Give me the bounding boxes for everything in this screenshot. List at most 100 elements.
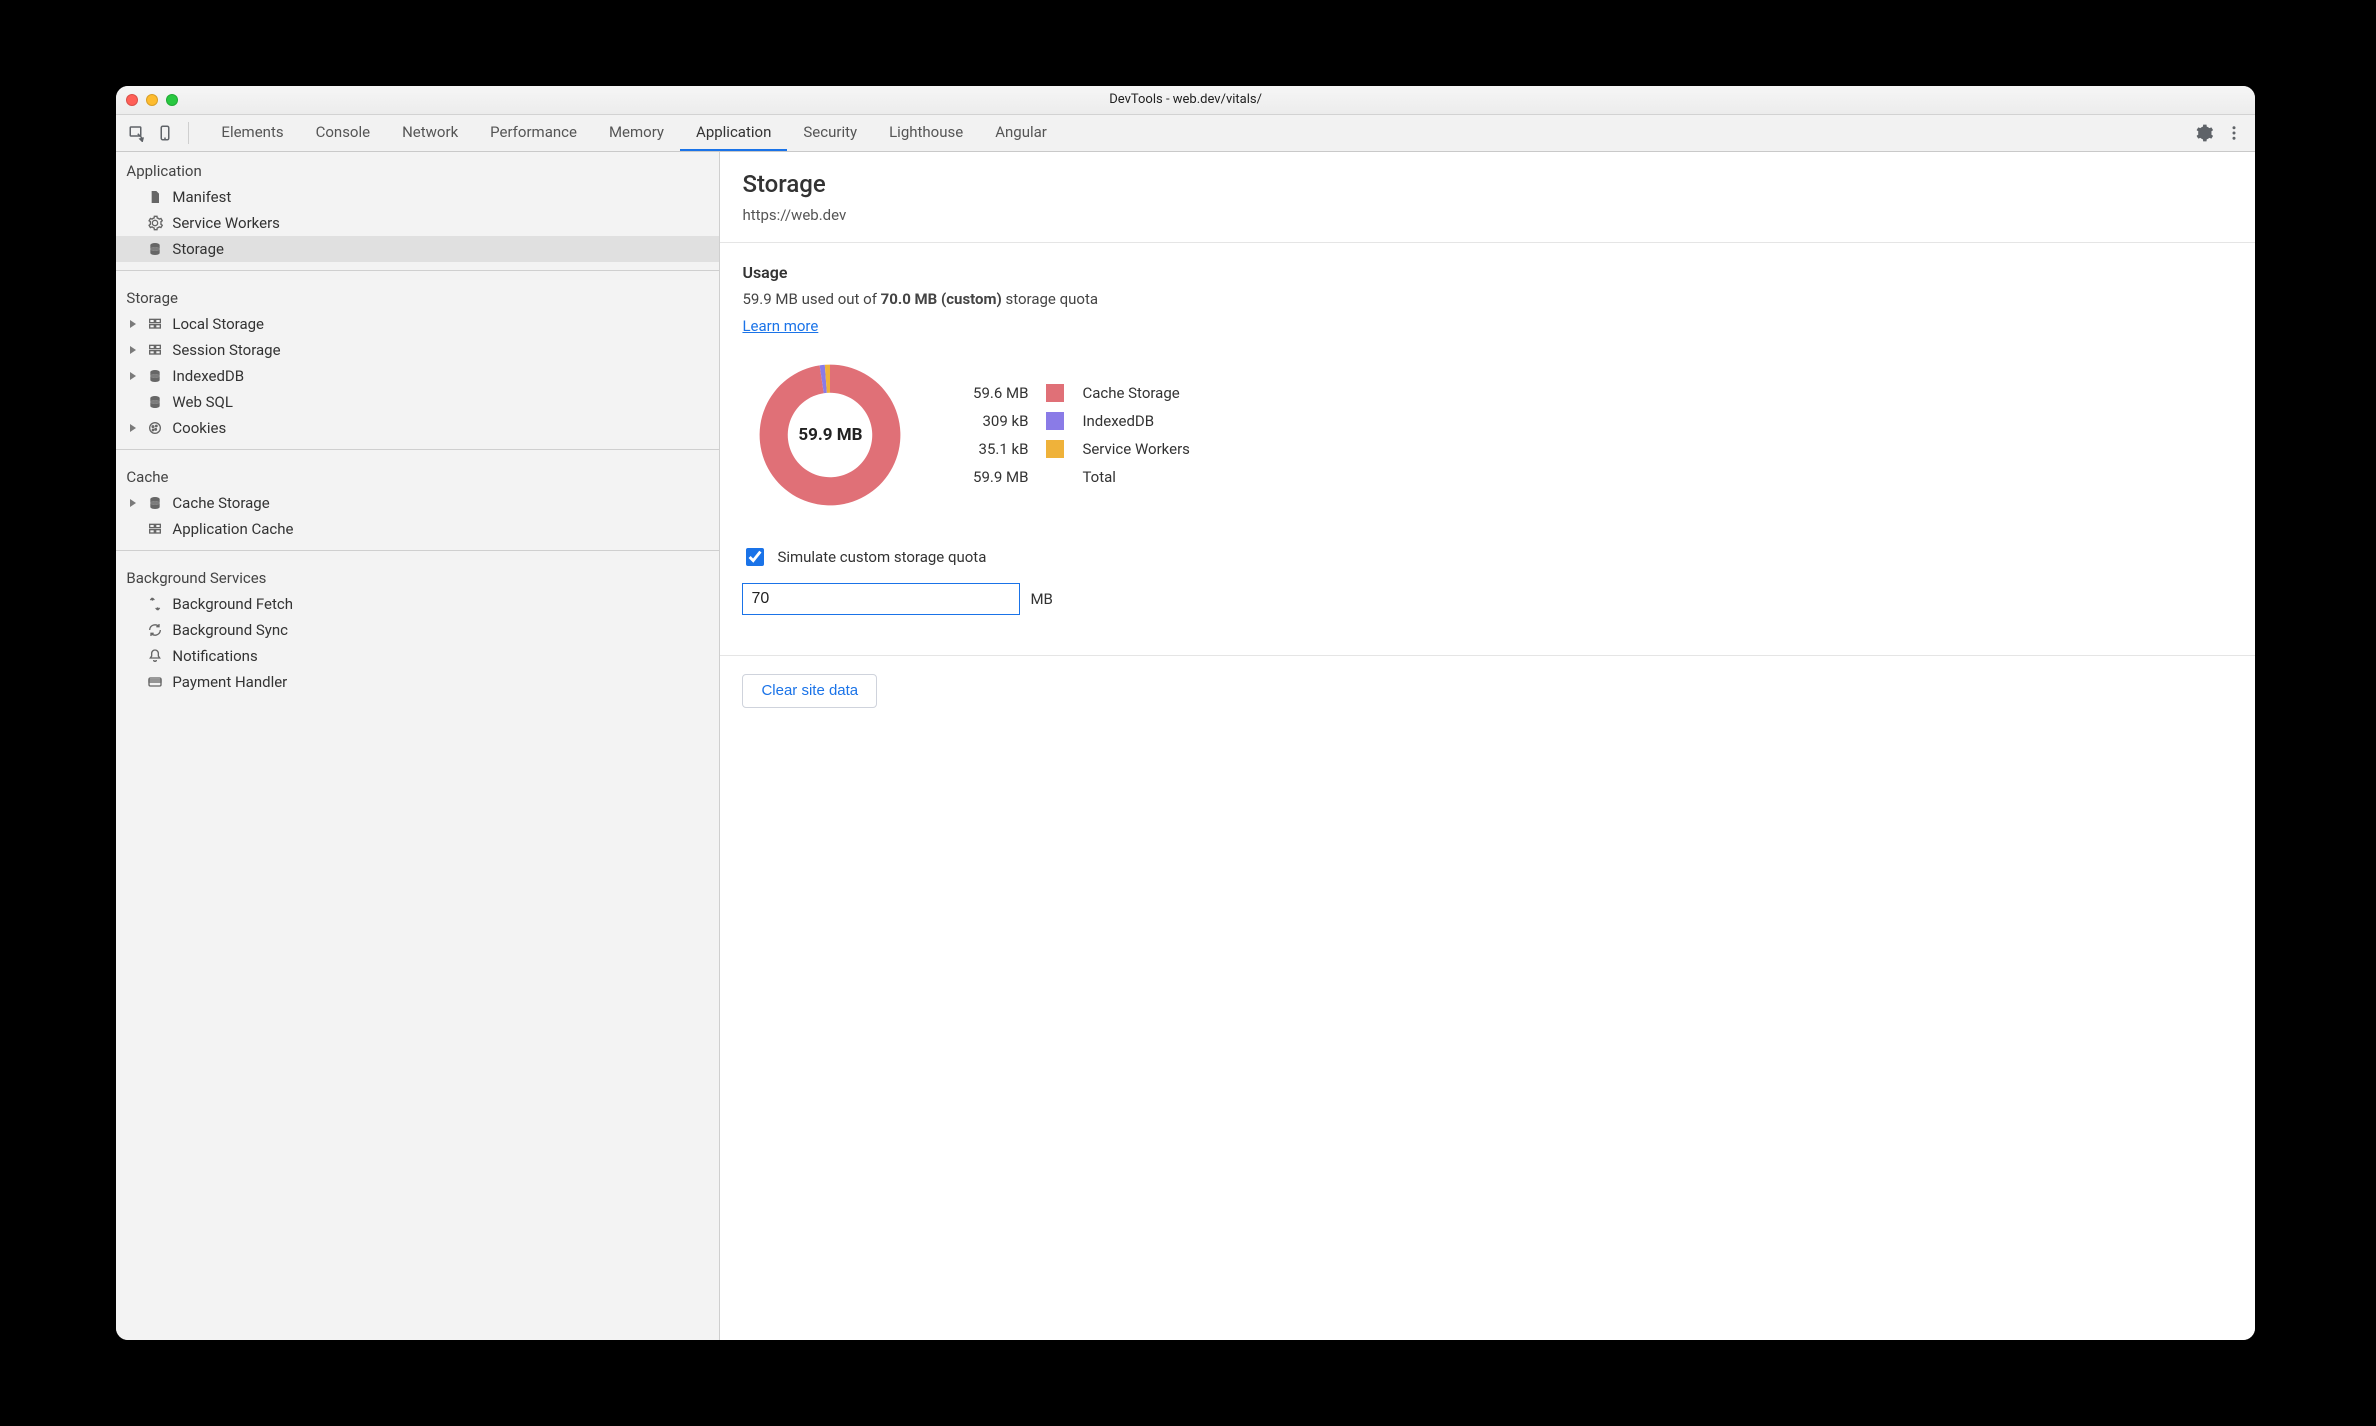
caret-right-icon[interactable]: [128, 371, 138, 381]
tab-security[interactable]: Security: [787, 115, 873, 151]
tab-angular[interactable]: Angular: [979, 115, 1063, 151]
kebab-menu-icon[interactable]: [2223, 122, 2245, 144]
sidebar-section-storage: Storage: [116, 279, 719, 311]
devtools-window: DevTools - web.dev/vitals/: [116, 86, 2254, 1341]
divider: [116, 449, 719, 450]
usage-heading: Usage: [742, 263, 2232, 282]
toolbar-separator: [188, 122, 189, 144]
origin-label: https://web.dev: [742, 206, 2232, 224]
sidebar-item-label: Background Sync: [172, 621, 288, 639]
caret-right-icon[interactable]: [128, 319, 138, 329]
usage-prefix: 59.9 MB used out of: [742, 290, 880, 308]
legend-swatch: [1046, 440, 1064, 458]
legend-total-swatch: [1046, 468, 1064, 486]
bell-icon: [146, 647, 164, 665]
sidebar-item-indexeddb[interactable]: IndexedDB: [116, 363, 719, 389]
device-toggle-icon[interactable]: [154, 122, 176, 144]
sidebar-item-payment-handler[interactable]: Payment Handler: [116, 669, 719, 695]
sidebar-item-cache-storage[interactable]: Cache Storage: [116, 490, 719, 516]
sidebar-item-label: Session Storage: [172, 341, 280, 359]
panel-tabs: ElementsConsoleNetworkPerformanceMemoryA…: [205, 115, 1062, 151]
sidebar-item-web-sql[interactable]: Web SQL: [116, 389, 719, 415]
gear-icon[interactable]: [2193, 122, 2215, 144]
close-icon[interactable]: [126, 94, 138, 106]
sidebar-item-label: Storage: [172, 240, 224, 258]
grid-icon: [146, 341, 164, 359]
sidebar-item-notifications[interactable]: Notifications: [116, 643, 719, 669]
donut-center-label: 59.9 MB: [742, 347, 918, 523]
legend-swatch: [1046, 384, 1064, 402]
usage-suffix: storage quota: [1006, 290, 1099, 308]
database-icon: [146, 393, 164, 411]
quota-unit-label: MB: [1030, 590, 1052, 608]
tab-lighthouse[interactable]: Lighthouse: [873, 115, 979, 151]
sidebar-section-background-services: Background Services: [116, 559, 719, 591]
element-picker-icon[interactable]: [126, 122, 148, 144]
legend-swatch: [1046, 412, 1064, 430]
legend-size: 59.6 MB: [958, 384, 1028, 402]
window-title: DevTools - web.dev/vitals/: [196, 92, 2174, 107]
legend-name: IndexedDB: [1082, 412, 1189, 430]
sidebar-item-manifest[interactable]: Manifest: [116, 184, 719, 210]
sidebar-item-label: Notifications: [172, 647, 257, 665]
maximize-icon[interactable]: [166, 94, 178, 106]
sidebar-section-cache: Cache: [116, 458, 719, 490]
sidebar-item-application-cache[interactable]: Application Cache: [116, 516, 719, 542]
tab-memory[interactable]: Memory: [593, 115, 680, 151]
learn-more-link[interactable]: Learn more: [742, 317, 818, 335]
clear-site-data-button[interactable]: Clear site data: [742, 674, 877, 708]
divider: [116, 270, 719, 271]
panel-title: Storage: [742, 170, 2232, 198]
database-icon: [146, 494, 164, 512]
simulate-quota-label[interactable]: Simulate custom storage quota: [777, 548, 986, 566]
storage-donut-chart: 59.9 MB: [742, 347, 918, 523]
window-controls: [126, 94, 196, 106]
legend-total-name: Total: [1082, 468, 1189, 486]
sidebar-item-label: Service Workers: [172, 214, 279, 232]
legend-name: Cache Storage: [1082, 384, 1189, 402]
sidebar-item-local-storage[interactable]: Local Storage: [116, 311, 719, 337]
storage-panel: Storage https://web.dev Usage 59.9 MB us…: [720, 152, 2254, 1341]
sidebar-item-service-workers[interactable]: Service Workers: [116, 210, 719, 236]
sidebar-item-label: Application Cache: [172, 520, 293, 538]
grid-icon: [146, 315, 164, 333]
sidebar-item-cookies[interactable]: Cookies: [116, 415, 719, 441]
legend-size: 309 kB: [958, 412, 1028, 430]
sidebar-item-label: Cookies: [172, 419, 226, 437]
transfer-icon: [146, 595, 164, 613]
tab-console[interactable]: Console: [300, 115, 387, 151]
tab-network[interactable]: Network: [386, 115, 474, 151]
tab-application[interactable]: Application: [680, 115, 787, 151]
database-icon: [146, 367, 164, 385]
minimize-icon[interactable]: [146, 94, 158, 106]
gear-icon: [146, 214, 164, 232]
simulate-quota-checkbox[interactable]: [746, 548, 764, 566]
card-icon: [146, 673, 164, 691]
legend-name: Service Workers: [1082, 440, 1189, 458]
sidebar-item-label: Payment Handler: [172, 673, 287, 691]
sidebar-item-label: Local Storage: [172, 315, 264, 333]
tab-elements[interactable]: Elements: [205, 115, 299, 151]
legend-total-size: 59.9 MB: [958, 468, 1028, 486]
storage-legend: 59.6 MBCache Storage309 kBIndexedDB35.1 …: [958, 384, 1189, 486]
sidebar-item-session-storage[interactable]: Session Storage: [116, 337, 719, 363]
grid-icon: [146, 520, 164, 538]
divider: [116, 550, 719, 551]
tab-performance[interactable]: Performance: [474, 115, 593, 151]
usage-summary: 59.9 MB used out of 70.0 MB (custom) sto…: [742, 290, 2232, 308]
caret-right-icon[interactable]: [128, 423, 138, 433]
sidebar-section-application: Application: [116, 152, 719, 184]
application-sidebar[interactable]: Application Manifest Service Workers Storag…: [116, 152, 720, 1341]
quota-input[interactable]: [742, 583, 1020, 615]
sidebar-item-label: Manifest: [172, 188, 231, 206]
titlebar: DevTools - web.dev/vitals/: [116, 86, 2254, 115]
sidebar-item-storage[interactable]: Storage: [116, 236, 719, 262]
caret-right-icon[interactable]: [128, 498, 138, 508]
sidebar-item-label: Web SQL: [172, 393, 232, 411]
caret-right-icon[interactable]: [128, 345, 138, 355]
sidebar-item-label: Background Fetch: [172, 595, 293, 613]
sidebar-item-background-sync[interactable]: Background Sync: [116, 617, 719, 643]
sidebar-item-label: Cache Storage: [172, 494, 269, 512]
sidebar-item-background-fetch[interactable]: Background Fetch: [116, 591, 719, 617]
divider: [720, 242, 2254, 243]
